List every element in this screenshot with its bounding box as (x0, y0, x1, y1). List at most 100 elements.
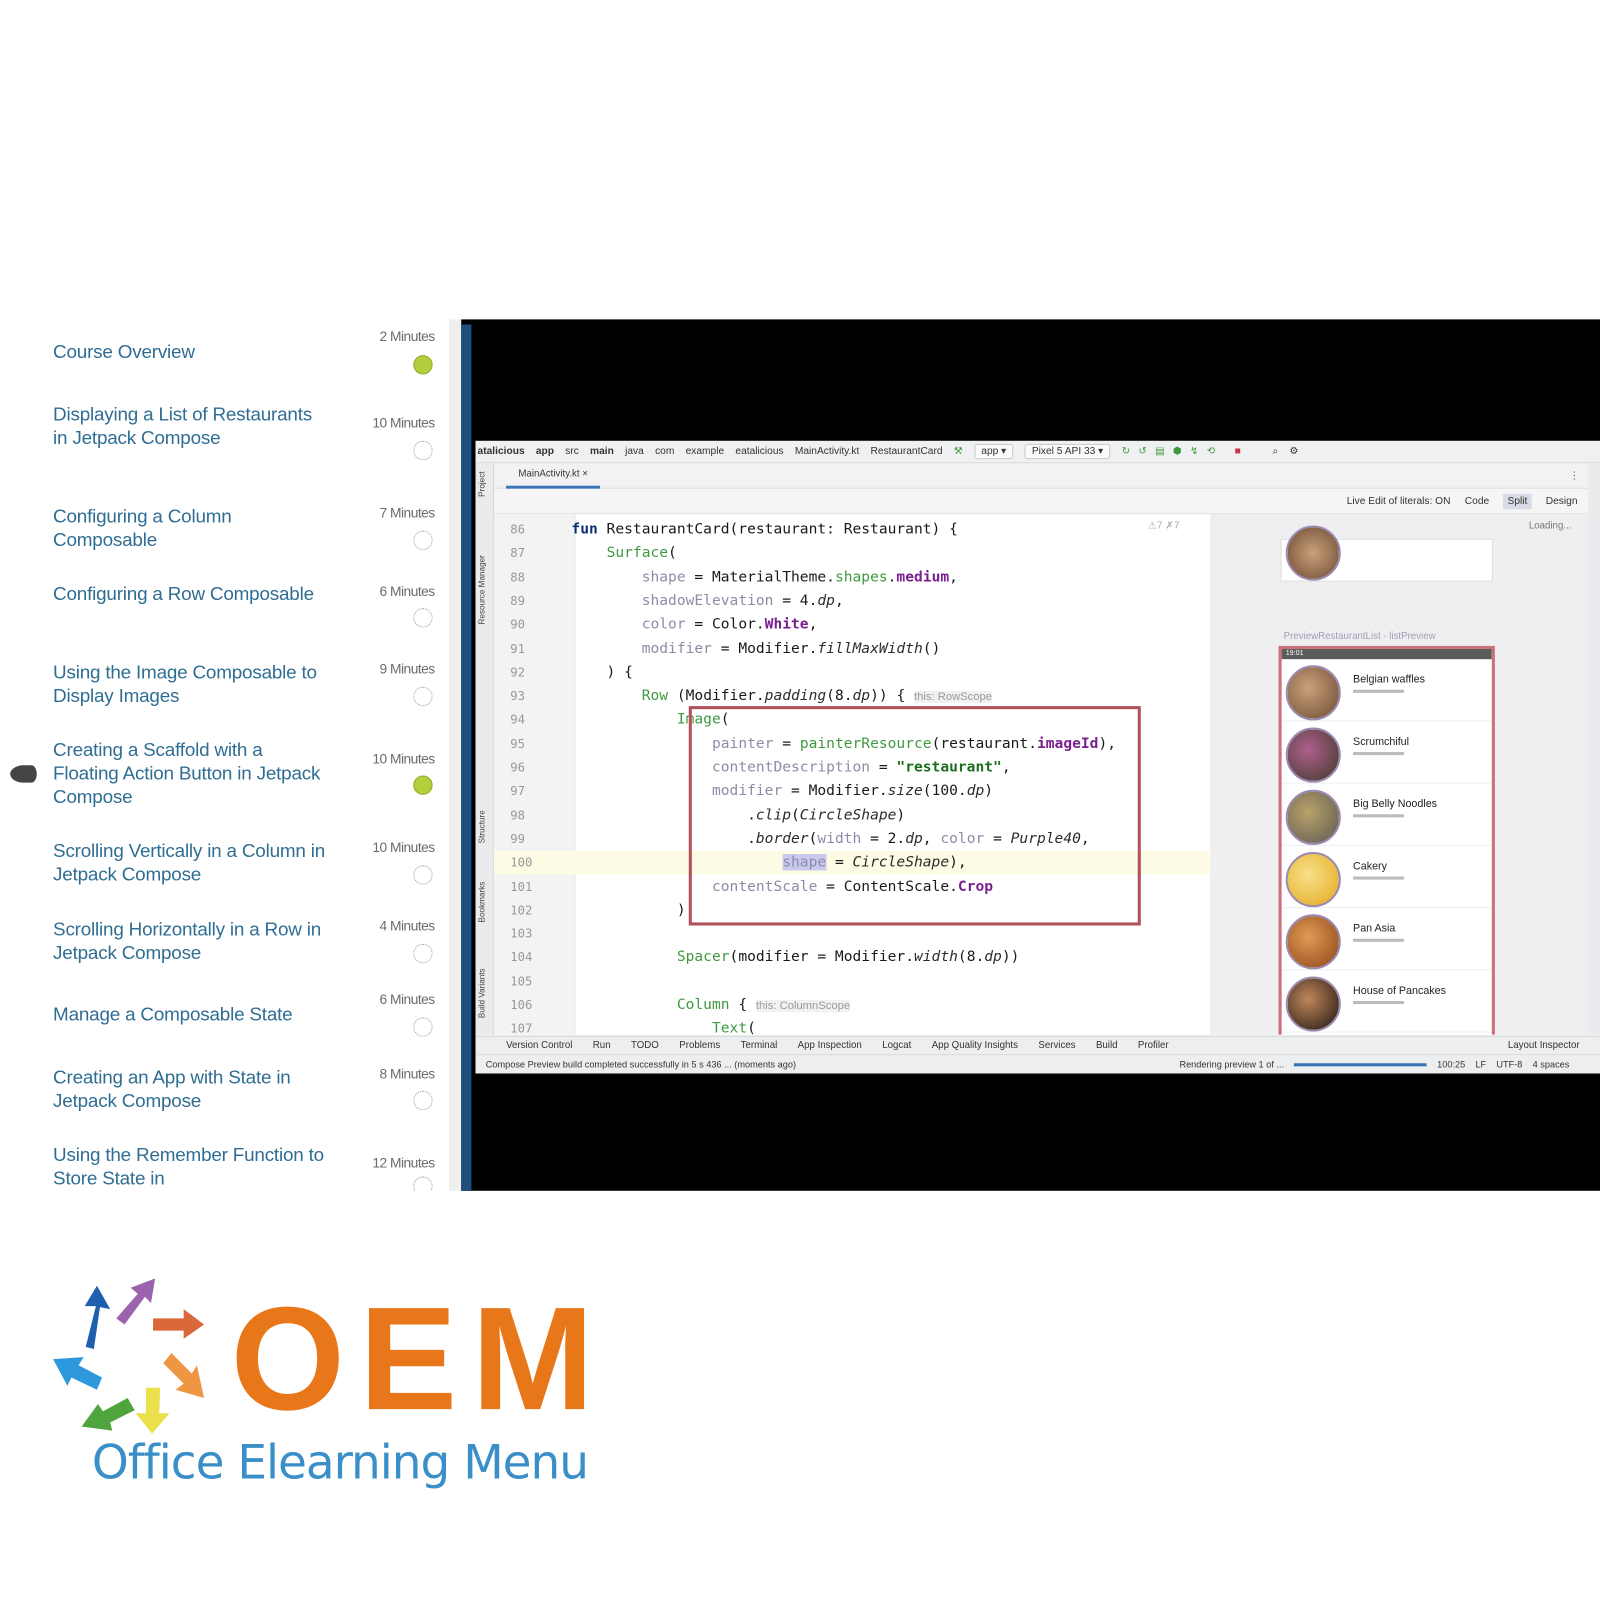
preview-label: PreviewRestaurantList - listPreview (1283, 630, 1436, 642)
tool-window-button[interactable]: Profiler (1138, 1040, 1169, 1051)
tool-window-button[interactable]: Terminal (741, 1040, 778, 1051)
code-line[interactable]: 93 Row (Modifier.padding(8.dp)) { this: … (494, 685, 1210, 709)
lesson-duration: 7 Minutes (379, 505, 436, 521)
search-icon[interactable]: ⌕ (1272, 446, 1278, 457)
code-token: dp (817, 592, 835, 610)
run-toolbar-icons[interactable]: ↻↺▤⬢↯⟲ (1122, 446, 1224, 457)
device-select[interactable]: Pixel 5 API 33 ▾ (1024, 443, 1111, 460)
lesson-title[interactable]: Displaying a List of Restaurants in Jetp… (53, 402, 329, 449)
breadcrumb-item[interactable]: atalicious (478, 446, 525, 457)
lesson-title[interactable]: Scrolling Vertically in a Column in Jetp… (53, 839, 329, 886)
code-line[interactable]: 87 Surface( (494, 542, 1210, 566)
not-started-status-icon (413, 440, 433, 461)
tool-window-button[interactable]: TODO (631, 1040, 659, 1051)
tool-window-button[interactable]: App Quality Insights (932, 1040, 1018, 1051)
not-started-status-icon (413, 608, 433, 628)
restaurant-card: Scrumchiful (1281, 721, 1492, 784)
code-line[interactable]: 104 Spacer(modifier = Modifier.width(8.d… (494, 946, 1210, 970)
breadcrumb-item[interactable]: main (590, 446, 614, 457)
breadcrumb-item[interactable]: MainActivity.kt (795, 446, 859, 457)
layout-inspector-button[interactable]: Layout Inspector (1508, 1040, 1580, 1051)
oem-wordmark: OEM (230, 1276, 609, 1441)
tab-mainactivity[interactable]: MainActivity.kt × (506, 463, 601, 489)
breadcrumb-item[interactable]: com (655, 446, 674, 457)
lesson-title[interactable]: Manage a Composable State (53, 1002, 329, 1025)
code-text: shadowElevation = 4.dp, (571, 590, 844, 614)
lesson-title[interactable]: Course Overview (53, 340, 329, 363)
hammer-icon[interactable]: ⚒ (954, 446, 963, 457)
line-number: 88 (510, 569, 525, 585)
code-line[interactable]: 88 shape = MaterialTheme.shapes.medium, (494, 566, 1210, 590)
line-number: 99 (510, 831, 525, 846)
resource-manager-tool[interactable]: Resource Manager (478, 555, 487, 624)
tool-window-button[interactable]: Version Control (506, 1040, 572, 1051)
lesson-duration: 10 Minutes (372, 839, 435, 856)
breadcrumb-item[interactable]: example (686, 446, 725, 457)
tool-window-button[interactable]: App Inspection (798, 1040, 862, 1051)
code-token: Surface (606, 545, 669, 562)
build-variants-tool[interactable]: Build Variants (478, 968, 487, 1018)
indent[interactable]: 4 spaces (1533, 1059, 1570, 1069)
code-line[interactable]: 106 Column { this: ColumnScope (494, 994, 1210, 1018)
inspection-counts[interactable]: ⚠7 ✗7 (1148, 520, 1180, 531)
bookmarks-tool[interactable]: Bookmarks (478, 882, 487, 923)
design-view-button[interactable]: Design (1542, 493, 1582, 508)
restaurant-image (1285, 852, 1341, 908)
arrow-icon (153, 1309, 205, 1339)
breadcrumb-item[interactable]: app (536, 446, 554, 457)
line-separator[interactable]: LF (1475, 1059, 1486, 1069)
code-token: width (913, 949, 958, 966)
code-line[interactable]: 103 (494, 923, 1210, 947)
lesson-title[interactable]: Configuring a Column Composable (53, 504, 329, 551)
loading-status: Loading... (1528, 520, 1572, 532)
lesson-title[interactable]: Scrolling Horizontally in a Row in Jetpa… (53, 917, 329, 964)
code-line[interactable]: 91 modifier = Modifier.fillMaxWidth() (494, 637, 1210, 661)
breadcrumb-item[interactable]: RestaurantCard (871, 446, 943, 457)
status-message[interactable]: Compose Preview build completed successf… (486, 1059, 796, 1069)
arrow-icon (53, 1357, 103, 1390)
code-token: (modifier = Modifier. (729, 949, 914, 966)
line-number: 100 (510, 855, 533, 870)
code-line[interactable]: 107 Text( (494, 1018, 1210, 1035)
tool-window-button[interactable]: Run (593, 1040, 611, 1051)
code-line[interactable]: 89 shadowElevation = 4.dp, (494, 590, 1210, 614)
live-edit-toggle[interactable]: Live Edit of literals: ON (1347, 495, 1451, 506)
lesson-duration: 6 Minutes (379, 991, 436, 1008)
tool-window-button[interactable]: Services (1038, 1040, 1075, 1051)
tool-window-button[interactable]: Problems (679, 1040, 720, 1051)
tool-window-button[interactable]: Build (1096, 1040, 1118, 1051)
breadcrumb-item[interactable]: eatalicious (735, 446, 783, 457)
code-line[interactable]: 86 fun RestaurantCard(restaurant: Restaur… (494, 518, 1210, 542)
code-token: () (922, 640, 941, 657)
lesson-title[interactable]: Creating an App with State in Jetpack Co… (53, 1065, 329, 1112)
breadcrumb-item[interactable]: java (625, 446, 644, 457)
restaurant-card: Big Belly Noodles (1281, 784, 1492, 846)
more-icon[interactable]: ⋮ (1569, 470, 1579, 481)
breadcrumb-item[interactable]: src (565, 446, 579, 457)
lesson-title[interactable]: Configuring a Row Composable (53, 582, 329, 605)
code-text: fun RestaurantCard(restaurant: Restauran… (571, 518, 957, 542)
code-view-button[interactable]: Code (1461, 493, 1494, 508)
caret-position[interactable]: 100:25 (1437, 1059, 1465, 1069)
split-view-button[interactable]: Split (1503, 493, 1532, 509)
code-token: dp (852, 687, 871, 705)
code-line[interactable]: 105 (494, 970, 1210, 994)
structure-tool[interactable]: Structure (478, 810, 487, 843)
breadcrumb: atalicious app src main java com example… (475, 440, 1600, 464)
code-editor[interactable]: 86 fun RestaurantCard(restaurant: Restaur… (493, 514, 1211, 1035)
lesson-title[interactable]: Creating a Scaffold with a Floating Acti… (53, 738, 329, 808)
stop-icon[interactable]: ■ (1235, 446, 1241, 457)
project-tool[interactable]: Project (478, 471, 487, 496)
code-line[interactable]: 90 color = Color.White, (494, 613, 1210, 637)
lesson-title[interactable]: Using the Image Composable to Display Im… (53, 660, 329, 707)
gear-icon[interactable]: ⚙ (1289, 446, 1298, 457)
code-line[interactable]: 92 ) { (494, 661, 1210, 685)
encoding[interactable]: UTF-8 (1496, 1059, 1522, 1069)
run-config-select[interactable]: app ▾ (974, 443, 1014, 460)
lesson-duration: 6 Minutes (379, 583, 436, 599)
lesson-title[interactable]: Using the Remember Function to Store Sta… (53, 1143, 329, 1190)
code-token: modifier (641, 640, 712, 657)
tool-window-button[interactable]: Logcat (882, 1040, 911, 1051)
restaurant-subtitle (1353, 876, 1405, 880)
restaurant-name: House of Pancakes (1353, 984, 1446, 997)
